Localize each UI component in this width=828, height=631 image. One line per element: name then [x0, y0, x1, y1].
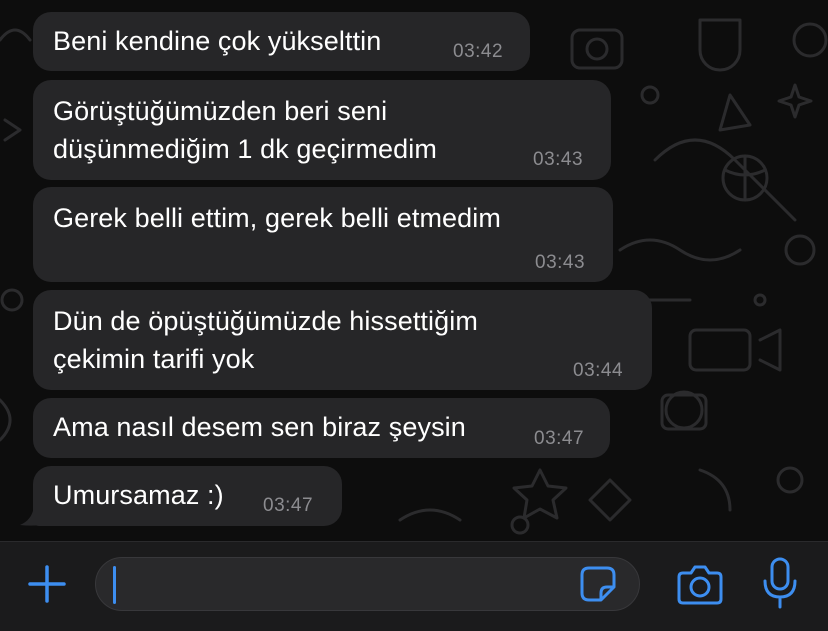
- message-text: Umursamaz :): [53, 480, 224, 510]
- message-timestamp: 03:43: [535, 252, 586, 273]
- message-text: Beni kendine çok yükselttin: [53, 26, 382, 56]
- message-timestamp: 03:44: [573, 360, 624, 381]
- message-text: Ama nasıl desem sen biraz şeysin: [53, 412, 466, 442]
- message-bubble[interactable]: Dün de öpüştüğümüzde hissettiğim çekimin…: [33, 290, 652, 390]
- message-bubble[interactable]: Gerek belli ettim, gerek belli etmedim 0…: [33, 187, 613, 282]
- message-bubble[interactable]: Beni kendine çok yükselttin 03:42: [33, 12, 530, 71]
- chat-area[interactable]: Beni kendine çok yükselttin 03:42 Görüşt…: [0, 0, 828, 541]
- message-input[interactable]: [95, 557, 640, 611]
- plus-icon[interactable]: [26, 563, 68, 605]
- sticker-icon[interactable]: [579, 565, 617, 603]
- message-bubble[interactable]: Umursamaz :) 03:47: [33, 466, 342, 526]
- message-timestamp: 03:47: [263, 495, 314, 516]
- message-timestamp: 03:43: [533, 149, 584, 170]
- message-bubble[interactable]: Ama nasıl desem sen biraz şeysin 03:47: [33, 398, 610, 458]
- message-text: Gerek belli ettim, gerek belli etmedim: [53, 203, 501, 233]
- camera-icon[interactable]: [677, 563, 723, 605]
- bubble-tail: [20, 503, 50, 526]
- message-timestamp: 03:42: [453, 41, 504, 62]
- message-text: Dün de öpüştüğümüzde hissettiğim çekimin…: [53, 306, 478, 374]
- text-cursor: [113, 566, 116, 604]
- microphone-icon[interactable]: [761, 557, 799, 609]
- message-timestamp: 03:47: [534, 428, 585, 449]
- message-text: Görüştüğümüzden beri seni düşünmediğim 1…: [53, 96, 437, 164]
- message-bubble[interactable]: Görüştüğümüzden beri seni düşünmediğim 1…: [33, 80, 611, 180]
